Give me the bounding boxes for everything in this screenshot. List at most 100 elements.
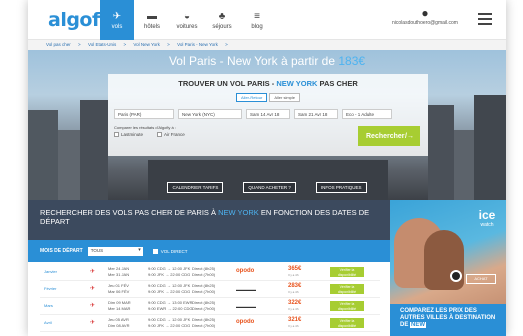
hero-title: Vol Paris - New York à partir de 183€ [168, 54, 366, 68]
deal-dates: Jeu 01 FÉV Mar 06 FÉV [108, 283, 130, 294]
deals-section: RECHERCHER DES VOLS PAS CHER DE PARIS À … [28, 200, 390, 336]
user-account[interactable]: ● nicolasdouthoero@gmail.com [385, 6, 465, 26]
to-field[interactable]: New York (NYC) [178, 109, 242, 119]
user-icon: ● [421, 6, 429, 20]
site-header: algofly ✈ vols ▬ hôtels ◒ voitures ♣ séj… [28, 0, 506, 40]
month-filter-label: MOIS DE DÉPART [40, 248, 83, 254]
plane-icon: ✈ [90, 303, 96, 309]
deal-times: 9:00 CDG → 12:00 JFK 9:00 JFK → 22:00 CDG [148, 266, 191, 277]
deal-month: Février [44, 286, 57, 291]
one-way-option[interactable]: Aller simple [269, 93, 301, 102]
deal-dates: Mer 24 JAN Mer 31 JAN [108, 266, 130, 277]
main-nav: ✈ vols ▬ hôtels ◒ voitures ♣ séjours ≡ b… [100, 0, 275, 40]
return-date-field[interactable]: Sam 21 Avr 18 [294, 109, 338, 119]
plane-icon: ✈ [112, 10, 122, 22]
browser-page: algofly ✈ vols ▬ hôtels ◒ voitures ♣ séj… [28, 0, 506, 336]
compare-options: Lastminute Air France [114, 132, 199, 138]
from-field[interactable]: Paris (PAR) [114, 109, 174, 119]
plane-icon: ✈ [90, 286, 96, 292]
round-trip-option[interactable]: Aller-Retour [236, 93, 268, 102]
check-availability-button[interactable]: Vérifier la disponibilité [330, 267, 364, 277]
calendar-prices-link[interactable]: CALENDRIER TARIFS [167, 182, 224, 193]
check-availability-button[interactable]: Vérifier la disponibilité [330, 284, 364, 294]
plane-icon: ✈ [90, 269, 96, 275]
deal-month: Janvier [44, 269, 57, 274]
checkbox-icon[interactable] [157, 132, 163, 138]
breadcrumb-item[interactable]: Vol New York [133, 42, 160, 47]
trip-type-toggle: Aller-Retour Aller simple [236, 93, 302, 102]
filter-bar: MOIS DE DÉPART TOUS VOL DIRECT [28, 240, 390, 262]
deal-row: Avril ✈ Jeu 05 AVR Dim 08 AVR 9:00 CDG → … [40, 315, 380, 332]
hero-links: CALENDRIER TARIFS QUAND ACHETER ? INFOS … [28, 182, 506, 193]
breadcrumb-separator: > [225, 42, 228, 47]
deal-dates: Dim 09 MAR Mer 14 MAR [108, 300, 131, 311]
month-select[interactable]: TOUS [87, 246, 143, 256]
nav-item-voitures[interactable]: ◒ voitures [170, 0, 204, 40]
deals-list: Janvier ✈ Mer 24 JAN Mer 31 JAN 9:00 CDG … [40, 264, 380, 332]
palm-icon: ♣ [218, 10, 226, 22]
ad-buy-button[interactable]: ACHAT [466, 274, 496, 284]
hero-banner: Vol Paris - New York à partir de 183€ TR… [28, 50, 506, 200]
car-icon: ◒ [183, 10, 191, 22]
agency-logo: opodo [236, 319, 255, 325]
direct-flight-label: VOL DIRECT [160, 248, 188, 254]
deal-times: 9:00 CDG → 12:00 JFK 9:00 JFK → 22:00 CDG [148, 317, 191, 328]
check-availability-button[interactable]: Vérifier la disponibilité [330, 301, 364, 311]
deal-month: Avril [44, 320, 52, 325]
deal-duration: Direct (8h25) Direct (7h00) [192, 266, 216, 277]
agency-logo: opodo [236, 268, 255, 274]
section-title: RECHERCHER DES VOLS PAS CHER DE PARIS À … [28, 200, 390, 240]
menu-icon[interactable] [478, 13, 492, 28]
deal-price: 321€ Il y a 4h [288, 317, 302, 328]
ad-brand-logo: ice watch [478, 208, 496, 228]
search-panel: TROUVER UN VOL PARIS - NEW YORK PAS CHER… [108, 74, 428, 156]
breadcrumb: Vol pas cher > Vol Etats-Unis > Vol New … [28, 40, 506, 50]
when-to-buy-link[interactable]: QUAND ACHETER ? [243, 182, 296, 193]
nav-item-vols[interactable]: ✈ vols [100, 0, 134, 40]
deal-month: Mars [44, 303, 53, 308]
deal-dates: Jeu 05 AVR Dim 08 AVR [108, 317, 130, 328]
user-email: nicolasdouthoero@gmail.com [392, 20, 458, 26]
breadcrumb-separator: > [167, 42, 170, 47]
watch-icon [450, 270, 462, 282]
deal-price: 283€ Il y a 4h [288, 283, 302, 294]
agency-logo: ▬▬▬▬▬ [236, 304, 256, 309]
breadcrumb-separator: > [78, 42, 81, 47]
arrow-right-icon: /→ [405, 132, 414, 140]
blog-icon: ≡ [254, 10, 260, 22]
deal-price: 322€ Il y a 4h [288, 300, 302, 311]
breadcrumb-item[interactable]: Vol pas cher [46, 42, 71, 47]
practical-info-link[interactable]: INFOS PRATIQUES [315, 182, 367, 193]
compare-cities-banner[interactable]: COMPAREZ LES PRIX DES AUTRES VILLES À DE… [390, 304, 506, 336]
compare-airfrance[interactable]: Air France [157, 132, 185, 138]
nav-item-sejours[interactable]: ♣ séjours [205, 0, 239, 40]
search-button[interactable]: Rechercher /→ [358, 126, 420, 146]
deal-row: Janvier ✈ Mer 24 JAN Mer 31 JAN 9:00 CDG … [40, 264, 380, 281]
checkbox-icon[interactable] [114, 132, 119, 138]
deal-price: 365€ Il y a 4h [288, 266, 302, 277]
deal-duration: Direct (8h25) Direct (7h00) [192, 283, 216, 294]
compare-label: Comparer les résultats d'Algofly à : [114, 125, 176, 130]
deal-row: Février ✈ Jeu 01 FÉV Mar 06 FÉV 9:00 CDG … [40, 281, 380, 298]
skyline-building [148, 160, 388, 200]
deal-times: 9:00 CDG → 12:00 JFK 9:00 JFK → 22:00 CDG [148, 283, 191, 294]
plane-icon: ✈ [90, 320, 96, 326]
deal-duration: Direct (8h25) Direct (7h00) [192, 317, 216, 328]
search-title: TROUVER UN VOL PARIS - NEW YORK PAS CHER [178, 79, 358, 88]
breadcrumb-separator: > [123, 42, 127, 47]
breadcrumb-item[interactable]: Vol Etats-Unis [88, 42, 116, 47]
depart-date-field[interactable]: Sam 14 Avr 18 [246, 109, 290, 119]
bed-icon: ▬ [147, 10, 157, 22]
nav-item-blog[interactable]: ≡ blog [240, 0, 274, 40]
passengers-field[interactable]: Eco - 1 Adulte [342, 109, 392, 119]
compare-lastminute[interactable]: Lastminute [114, 132, 143, 138]
direct-flight-checkbox[interactable] [152, 248, 158, 254]
breadcrumb-item[interactable]: Vol Paris - New York [177, 42, 218, 47]
deal-row: Mars ✈ Dim 09 MAR Mer 14 MAR 9:00 CDG → 1… [40, 298, 380, 315]
ice-watch-ad[interactable]: ice watch ACHAT COMPAREZ LES PRIX DES AUT… [390, 200, 506, 336]
agency-logo: ▬▬▬▬▬ [236, 287, 256, 292]
deal-times: 9:00 CDG → 13:00 EWR 9:00 EWR → 22:00 CDG [148, 300, 193, 311]
deal-duration: Direct (8h25) Direct (7h00) [192, 300, 216, 311]
check-availability-button[interactable]: Vérifier la disponibilité [330, 318, 364, 328]
nav-item-hotels[interactable]: ▬ hôtels [135, 0, 169, 40]
